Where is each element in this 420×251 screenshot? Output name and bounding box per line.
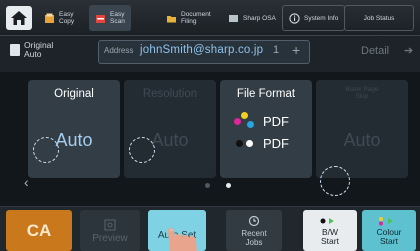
folder-icon — [167, 15, 176, 22]
tab-sharp-osa[interactable]: Sharp OSA — [222, 5, 282, 31]
resolution-card[interactable]: Resolution Auto — [124, 80, 216, 178]
recent-jobs-label: Recent Jobs — [241, 228, 267, 247]
clear-all-label: CA — [26, 220, 52, 240]
tab-job-status[interactable]: Job Status — [344, 5, 414, 31]
address-value[interactable]: johnSmith@sharp.co.jp — [140, 44, 263, 56]
colour-start-button[interactable]: Colour Start — [362, 210, 416, 251]
app-icon — [229, 14, 238, 22]
copy-icon — [45, 13, 54, 23]
card-value: Auto — [343, 130, 381, 150]
pager-dot-active — [226, 183, 231, 188]
tab-label: System Info — [304, 14, 339, 22]
color-dots-icon — [233, 112, 257, 130]
recent-icon — [248, 215, 260, 226]
preview-icon — [104, 219, 116, 230]
bw-format-row: PDF — [233, 134, 289, 152]
pager-dot — [205, 183, 210, 188]
top-tab-bar: Easy Copy Easy Scan Document Filing Shar… — [0, 0, 420, 36]
home-icon — [11, 11, 27, 25]
clear-all-button[interactable]: CA — [6, 210, 72, 251]
detail-button[interactable]: Detail — [361, 45, 389, 57]
touch-indicator — [33, 137, 59, 163]
bw-start-button[interactable]: B/W Start — [303, 210, 357, 251]
preview-label: Preview — [92, 232, 128, 244]
colour-start-label: Colour Start — [376, 226, 402, 246]
touch-indicator — [320, 166, 350, 196]
info-icon — [289, 12, 300, 24]
colour-start-icon — [379, 216, 393, 225]
colour-format-value: PDF — [263, 113, 289, 129]
chevron-left-icon[interactable]: ‹ — [24, 174, 29, 190]
card-title: Original — [54, 88, 94, 100]
address-count: 1 — [273, 44, 280, 56]
colour-format-row: PDF — [233, 112, 289, 130]
bw-format-value: PDF — [263, 135, 289, 151]
tab-label: Easy Scan — [110, 11, 125, 25]
bw-start-icon — [320, 217, 334, 224]
recent-jobs-button[interactable]: Recent Jobs — [226, 210, 282, 251]
blank-page-skip-card[interactable]: Blank Page Skip Auto — [316, 80, 408, 178]
touch-indicator — [129, 137, 155, 163]
card-title: Blank Page Skip — [345, 86, 379, 100]
tab-easy-scan[interactable]: Easy Scan — [89, 5, 131, 31]
home-button[interactable] — [6, 6, 32, 30]
tab-easy-copy[interactable]: Easy Copy — [38, 5, 80, 31]
tab-label: Document Filing — [181, 11, 211, 25]
card-title: Resolution — [142, 88, 198, 100]
tab-label: Sharp OSA — [243, 14, 276, 22]
pointing-hand-icon — [168, 228, 197, 251]
bw-start-label: B/W Start — [321, 226, 339, 246]
preview-button[interactable]: Preview — [80, 210, 140, 251]
scan-icon — [96, 14, 105, 23]
tab-system-info[interactable]: System Info — [282, 5, 346, 31]
tab-document-filing[interactable]: Document Filing — [160, 5, 217, 31]
card-title: File Format — [236, 88, 296, 100]
file-format-card[interactable]: File Format PDF PDF — [220, 80, 312, 178]
original-card[interactable]: Original Auto — [28, 80, 120, 178]
tab-label: Easy Copy — [59, 11, 75, 25]
tab-label: Job Status — [363, 14, 395, 22]
arrow-right-icon: ➔ — [404, 45, 414, 57]
original-document-icon — [10, 44, 20, 56]
original-mode-label: Original Auto — [24, 40, 54, 59]
bw-dots-icon — [233, 134, 257, 152]
address-label: Address — [104, 46, 134, 55]
add-address-button[interactable]: + — [292, 42, 300, 58]
